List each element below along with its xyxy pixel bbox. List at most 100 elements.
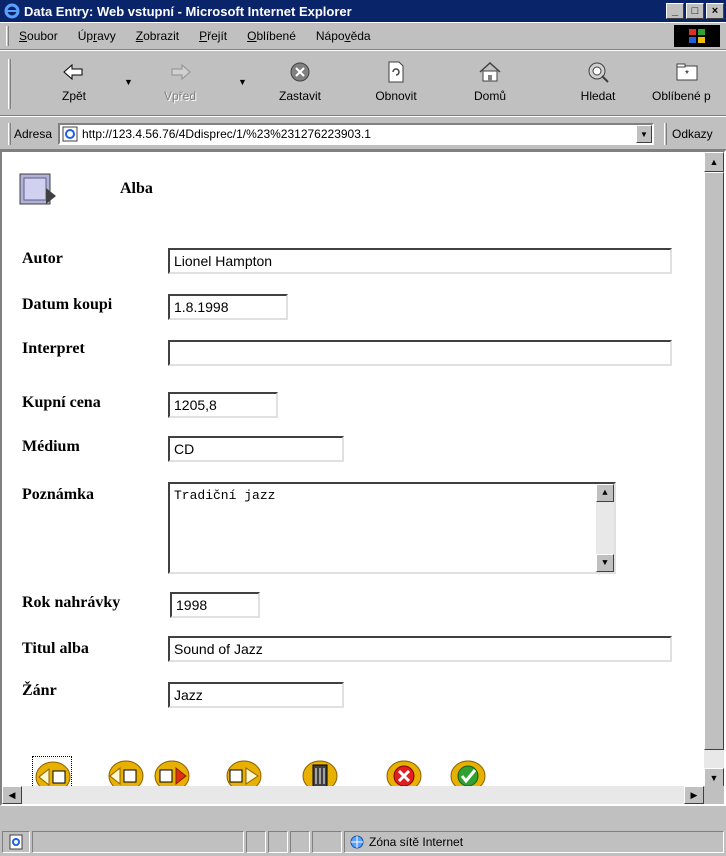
content-frame: Alba Autor Lionel Hampton Datum koupi 1.… [0,150,726,806]
search-icon [586,57,610,87]
rok-nahravky-label: Rok nahrávky [22,594,121,611]
first-record-button[interactable] [32,756,72,788]
status-privacy-panel [312,831,342,853]
address-bar: Adresa http://123.4.56.76/4Ddisprec/1/%2… [0,116,726,150]
interpret-label: Interpret [22,340,85,357]
rok-nahravky-field[interactable]: 1998 [170,592,260,618]
menu-napoveda[interactable]: Nápověda [306,29,381,43]
status-page-icon [2,831,30,853]
refresh-button[interactable]: Obnovit [364,57,428,111]
trash-icon [302,760,338,788]
scroll-up-icon[interactable]: ▲ [704,152,724,172]
datum-koupi-field[interactable]: 1.8.1998 [168,294,288,320]
address-dropdown-icon[interactable]: ▼ [636,125,652,143]
browser-window: Data Entry: Web vstupní - Microsoft Inte… [0,0,726,856]
internet-zone-icon [350,835,364,849]
svg-text:*: * [685,69,689,80]
address-input[interactable]: http://123.4.56.76/4Ddisprec/1/%23%23127… [58,123,654,145]
last-record-button[interactable] [224,756,264,788]
status-text-panel [32,831,244,853]
poznamka-textarea[interactable]: Tradiční jazz ▲ ▼ [168,482,616,574]
windows-logo-icon [674,25,720,47]
minimize-button[interactable]: _ [666,3,684,19]
interpret-field[interactable] [168,340,672,366]
address-label: Adresa [14,127,53,141]
cancel-button[interactable] [384,756,424,788]
last-record-icon [226,760,262,788]
poznamka-label: Poznámka [22,486,94,503]
ie-logo-icon [4,3,20,19]
titul-alba-label: Titul alba [22,640,89,657]
scroll-right-icon[interactable]: ▶ [684,786,704,804]
window-title: Data Entry: Web vstupní - Microsoft Inte… [24,3,352,19]
next-record-button[interactable] [152,756,192,788]
favorites-icon: * [652,57,722,87]
zanr-label: Žánr [22,682,57,699]
maximize-button[interactable]: □ [686,3,704,19]
home-icon [478,57,502,87]
back-button[interactable]: Zpět [50,57,98,111]
zanr-field[interactable]: Jazz [168,682,344,708]
scroll-corner [704,786,724,804]
status-progress-panel [246,831,266,853]
page-ie-icon [62,126,78,142]
menu-bar: Soubor Úpravy Zobrazit Přejít Oblíbené N… [0,22,726,50]
delete-record-button[interactable] [300,756,340,788]
close-button[interactable]: × [706,3,724,19]
home-button[interactable]: Domů [466,57,514,111]
autor-field[interactable]: Lionel Hampton [168,248,672,274]
textarea-scrollbar[interactable]: ▲ ▼ [596,484,614,572]
next-record-icon [154,760,190,788]
stop-icon [289,57,311,87]
address-grip[interactable] [8,123,11,145]
title-bar: Data Entry: Web vstupní - Microsoft Inte… [0,0,726,22]
status-bar: Zóna sítě Internet [0,828,726,856]
first-record-icon [35,761,71,788]
menu-soubor[interactable]: Soubor [9,29,68,43]
checkmark-icon [450,760,486,788]
kupni-cena-field[interactable]: 1205,8 [168,392,278,418]
web-page: Alba Autor Lionel Hampton Datum koupi 1.… [2,152,704,788]
menu-prejit[interactable]: Přejít [189,29,237,43]
accept-button[interactable] [448,756,488,788]
menu-upravy[interactable]: Úpravy [68,29,126,43]
menu-zobrazit[interactable]: Zobrazit [126,29,189,43]
datum-koupi-label: Datum koupi [22,296,113,313]
refresh-icon [386,57,406,87]
vertical-scrollbar[interactable]: ▲ ▼ [704,152,724,788]
scroll-left-icon[interactable]: ◀ [2,786,22,804]
poznamka-value: Tradiční jazz [174,488,276,503]
links-grip[interactable] [664,123,667,145]
favorites-button[interactable]: * Oblíbené p [652,57,726,111]
links-button[interactable]: Odkazy [672,127,713,141]
toolbar-grip[interactable] [8,59,11,109]
address-url: http://123.4.56.76/4Ddisprec/1/%23%23127… [82,127,371,141]
forward-dropdown-icon[interactable]: ▼ [238,77,247,87]
search-button[interactable]: Hledat [572,57,624,111]
scroll-down-icon[interactable]: ▼ [704,768,724,788]
standard-toolbar: Zpět ▼ Vpřed ▼ Zastavit Obnovit Domů Hle… [0,50,726,116]
forward-arrow-icon [168,57,192,87]
previous-record-button[interactable] [106,756,146,788]
titul-alba-field[interactable]: Sound of Jazz [168,636,672,662]
back-arrow-icon [62,57,86,87]
autor-label: Autor [22,250,63,267]
form-title: Alba [120,180,153,197]
status-secure-panel [290,831,310,853]
medium-field[interactable]: CD [168,436,344,462]
textarea-scroll-up-icon[interactable]: ▲ [596,484,614,502]
stop-button[interactable]: Zastavit [268,57,332,111]
vertical-scroll-thumb[interactable] [704,172,724,750]
menu-oblibene[interactable]: Oblíbené [237,29,306,43]
medium-label: Médium [22,438,80,455]
textarea-scroll-down-icon[interactable]: ▼ [596,554,614,572]
status-offline-panel [268,831,288,853]
table-form-icon [19,173,56,205]
back-dropdown-icon[interactable]: ▼ [124,77,133,87]
horizontal-scrollbar[interactable]: ◀ ▶ [2,786,704,804]
cancel-x-icon [386,760,422,788]
kupni-cena-label: Kupní cena [22,394,101,411]
forward-button[interactable]: Vpřed [152,57,208,111]
status-zone-panel: Zóna sítě Internet [344,831,724,853]
previous-record-icon [108,760,144,788]
